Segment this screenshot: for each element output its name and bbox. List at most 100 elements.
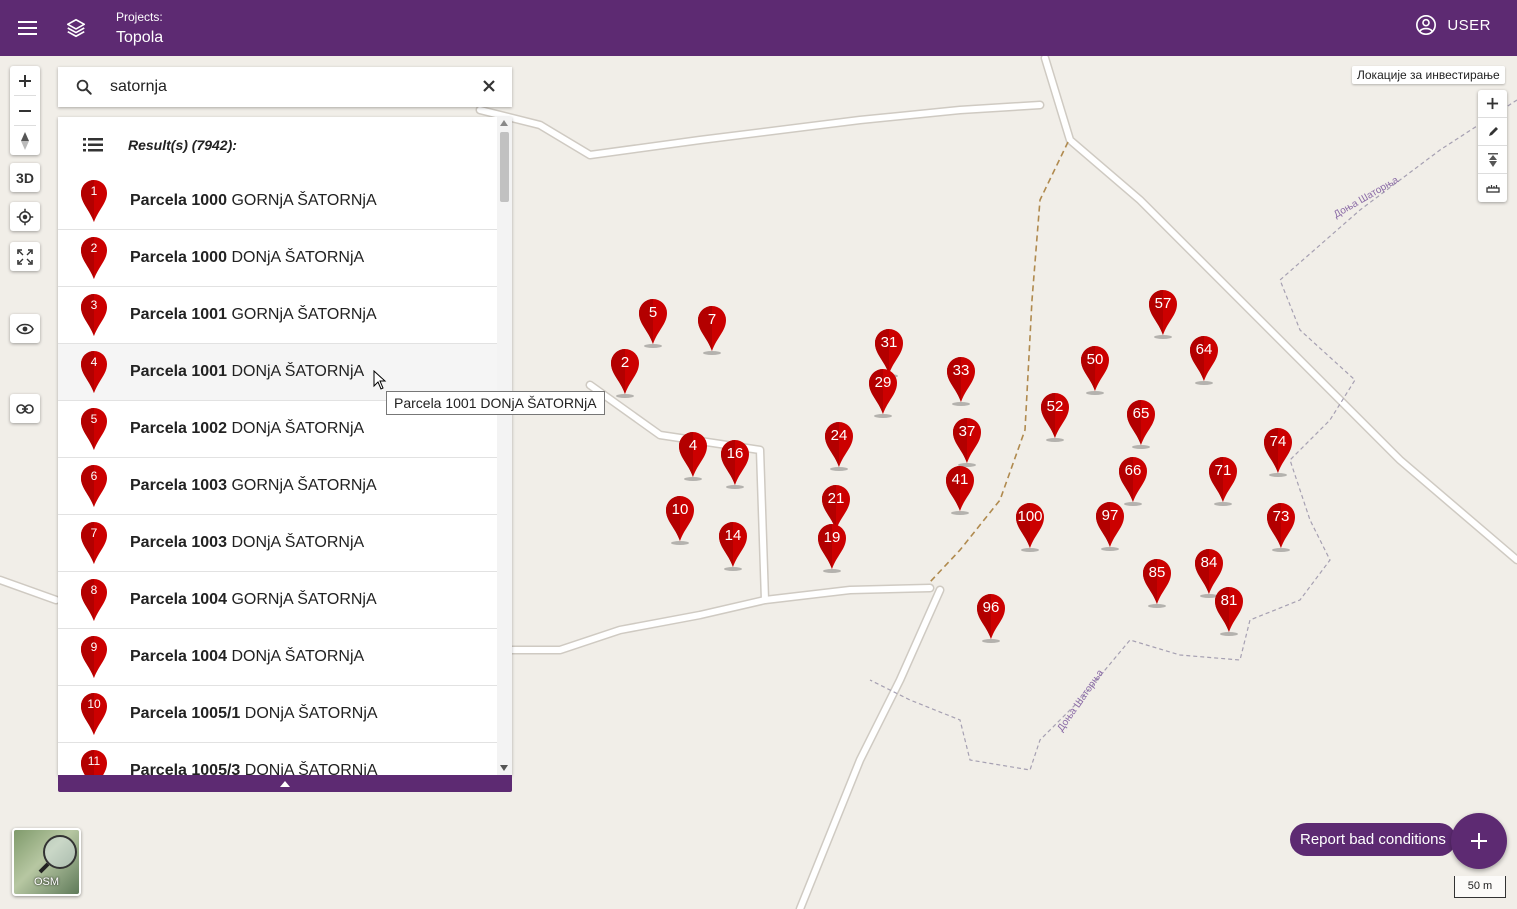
view-3d-button[interactable]: 3D (10, 163, 40, 192)
scroll-up-arrow[interactable] (500, 120, 508, 126)
result-number: 2 (90, 240, 98, 255)
parcel-id: Parcela 1000 (130, 249, 227, 266)
map-marker[interactable]: 65 (1125, 397, 1157, 449)
place-name: DONjA ŠATORNjA (244, 762, 378, 775)
search-results-panel: Result(s) (7942): 1 Parcela 1000 GORNjA Š… (58, 117, 512, 775)
map-marker[interactable]: 97 (1094, 499, 1126, 551)
result-label: Parcela 1005/1 DONjA ŠATORNjA (130, 705, 378, 723)
place-name: DONjA ŠATORNjA (231, 363, 365, 380)
marker-number: 84 (1200, 554, 1218, 571)
map-marker[interactable]: 24 (823, 419, 855, 471)
plus-icon (1486, 97, 1499, 110)
place-name: GORNjA ŠATORNjA (231, 477, 377, 494)
scrollbar-thumb[interactable] (500, 132, 509, 202)
visibility-button[interactable] (10, 314, 40, 343)
place-name: DONjA ŠATORNjA (231, 420, 365, 437)
marker-number: 81 (1220, 592, 1238, 609)
map-marker[interactable]: 41 (944, 463, 976, 515)
map-marker[interactable]: 81 (1213, 584, 1245, 636)
user-menu[interactable]: USER (1415, 14, 1491, 36)
result-label: Parcela 1001 DONjA ŠATORNjA (130, 363, 364, 381)
map-marker[interactable]: 100 (1014, 500, 1046, 552)
map-marker[interactable]: 64 (1188, 333, 1220, 385)
parcel-id: Parcela 1005/3 (130, 762, 241, 775)
collapse-results-button[interactable] (58, 775, 512, 792)
parcel-id: Parcela 1004 (130, 648, 227, 665)
result-number: 7 (90, 525, 98, 540)
result-row[interactable]: 7 Parcela 1003 DONjA ŠATORNjA (58, 515, 497, 572)
map-marker[interactable]: 57 (1147, 287, 1179, 339)
basemap-label: OSM (33, 876, 60, 888)
map-marker[interactable]: 2 (609, 346, 641, 398)
map-pin-icon: 4 (58, 344, 130, 401)
map-marker[interactable]: 50 (1079, 343, 1111, 395)
marker-number: 33 (952, 362, 970, 379)
map-marker[interactable]: 19 (816, 521, 848, 573)
marker-number: 100 (1017, 508, 1043, 525)
share-link-button[interactable] (10, 394, 40, 423)
zoom-out-button[interactable] (10, 96, 40, 125)
map-marker[interactable]: 7 (696, 303, 728, 355)
place-name: DONjA ŠATORNjA (231, 534, 365, 551)
results-scrollbar[interactable] (497, 117, 512, 775)
map-marker[interactable]: 5 (637, 296, 669, 348)
scroll-down-arrow[interactable] (500, 765, 508, 771)
app-header: Projects: Topola USER (0, 0, 1517, 56)
marker-number: 96 (982, 599, 1000, 616)
map-marker[interactable]: 16 (719, 437, 751, 489)
result-row[interactable]: 1 Parcela 1000 GORNjA ŠATORNjA (58, 173, 497, 230)
map-marker[interactable]: 71 (1207, 454, 1239, 506)
place-name: GORNjA ŠATORNjA (231, 192, 377, 209)
map-marker[interactable]: 14 (717, 519, 749, 571)
map-marker[interactable]: 37 (951, 415, 983, 467)
result-row[interactable]: 6 Parcela 1003 GORNjA ŠATORNjA (58, 458, 497, 515)
draw-button[interactable] (1478, 118, 1507, 146)
search-input[interactable] (110, 78, 450, 96)
result-row[interactable]: 10 Parcela 1005/1 DONjA ŠATORNjA (58, 686, 497, 743)
report-bad-conditions-button[interactable]: Report bad conditions (1290, 823, 1456, 856)
result-number: 9 (90, 639, 98, 654)
result-row[interactable]: 8 Parcela 1004 GORNjA ŠATORNjA (58, 572, 497, 629)
layers-icon[interactable] (60, 12, 92, 44)
menu-icon[interactable] (12, 12, 44, 44)
marker-number: 85 (1148, 564, 1166, 581)
map-marker[interactable]: 52 (1039, 390, 1071, 442)
crosshair-icon (16, 208, 34, 225)
map-marker[interactable]: 4 (677, 429, 709, 481)
zoom-in-button[interactable] (10, 66, 40, 95)
basemap-switcher[interactable]: OSM (12, 828, 81, 896)
result-row[interactable]: 11 Parcela 1005/3 DONjA ŠATORNjA (58, 743, 497, 775)
marker-number: 31 (880, 334, 898, 351)
result-row[interactable]: 9 Parcela 1004 DONjA ŠATORNjA (58, 629, 497, 686)
fullscreen-control (10, 242, 40, 271)
result-number: 6 (90, 468, 98, 483)
project-name[interactable]: Topola (116, 29, 163, 47)
search-icon (58, 78, 110, 96)
reset-north-button[interactable] (10, 126, 40, 155)
marker-number: 5 (648, 304, 658, 321)
add-button[interactable] (1478, 90, 1507, 118)
map-marker[interactable]: 66 (1117, 454, 1149, 506)
map-marker[interactable]: 96 (975, 591, 1007, 643)
clear-search-icon[interactable] (480, 77, 498, 100)
fullscreen-button[interactable] (10, 242, 40, 271)
map-marker[interactable]: 74 (1262, 425, 1294, 477)
map-pin-icon: 9 (58, 629, 130, 686)
parcel-id: Parcela 1004 (130, 591, 227, 608)
map-marker[interactable]: 33 (945, 354, 977, 406)
elevation-button[interactable] (1478, 146, 1507, 174)
result-row[interactable]: 3 Parcela 1001 GORNjA ŠATORNjA (58, 287, 497, 344)
map-marker[interactable]: 29 (867, 366, 899, 418)
parcel-id: Parcela 1001 (130, 306, 227, 323)
marker-number: 19 (823, 529, 841, 546)
map-marker[interactable]: 85 (1141, 556, 1173, 608)
add-fab-button[interactable] (1451, 813, 1507, 869)
result-row[interactable]: 2 Parcela 1000 DONjA ŠATORNjA (58, 230, 497, 287)
marker-number: 2 (620, 354, 630, 371)
locate-button[interactable] (10, 202, 40, 231)
measure-button[interactable] (1478, 174, 1507, 202)
result-label: Parcela 1000 GORNjA ŠATORNjA (130, 192, 377, 210)
map-marker[interactable]: 10 (664, 493, 696, 545)
map-marker[interactable]: 73 (1265, 500, 1297, 552)
place-name: DONjA ŠATORNjA (231, 648, 365, 665)
